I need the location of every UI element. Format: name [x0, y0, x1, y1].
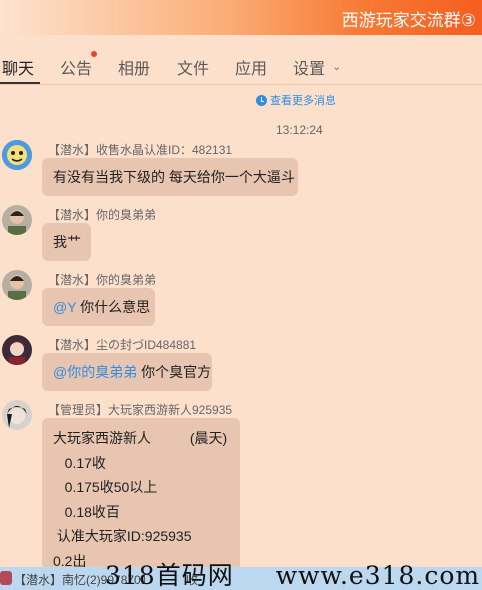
- avatar[interactable]: [2, 140, 32, 170]
- chevron-down-icon[interactable]: ⌄: [332, 60, 341, 73]
- mention-link[interactable]: @Y: [53, 299, 76, 315]
- message-timestamp: 13:12:24: [276, 123, 323, 137]
- message-line: 0.17收: [53, 454, 106, 471]
- tab-chat[interactable]: 聊天: [2, 55, 34, 79]
- message-bubble: 有没有当我下级的 每天给你一个大逼斗: [42, 158, 298, 196]
- title-bar: 西游玩家交流群③: [0, 0, 482, 35]
- message-bubble: @Y 你什么意思: [42, 288, 155, 326]
- message-text: 你个臭官方: [137, 364, 212, 380]
- avatar[interactable]: [2, 270, 32, 300]
- clock-icon: [256, 94, 267, 106]
- active-tab-indicator: [0, 82, 40, 84]
- message-line: 大玩家西游新人 (晨天): [53, 430, 228, 446]
- message-line: 0.18收百: [53, 503, 120, 520]
- tab-settings[interactable]: 设置: [293, 55, 325, 79]
- watermark: 318首码网 www.e318.com: [105, 556, 480, 590]
- sender-name: 【潜水】你的臭弟弟: [48, 208, 157, 222]
- sender-name: 【管理员】大玩家西游新人925935: [48, 403, 233, 417]
- sender-name: 【潜水】尘の封づID484881: [48, 338, 197, 352]
- message-bubble: @你的臭弟弟 你个臭官方: [42, 353, 212, 391]
- tab-files[interactable]: 文件: [177, 55, 209, 79]
- message-line: 0.175收50以上: [53, 479, 158, 495]
- view-more-messages-link[interactable]: 查看更多消息: [256, 92, 336, 108]
- tab-apps[interactable]: 应用: [235, 55, 267, 79]
- tab-album[interactable]: 相册: [118, 55, 150, 79]
- avatar[interactable]: [2, 400, 32, 430]
- message-line: 认准大玩家ID:925935: [53, 528, 192, 544]
- avatar[interactable]: [2, 205, 32, 235]
- tab-announcement[interactable]: 公告: [60, 55, 92, 79]
- avatar[interactable]: [2, 335, 32, 365]
- message-bubble: 大玩家西游新人 (晨天) 0.17收 0.175收50以上 0.18收百 认准大…: [42, 418, 240, 570]
- sender-name: 【潜水】收售水晶认准ID：482131: [48, 143, 233, 157]
- watermark-cn: 318首码网: [105, 561, 234, 590]
- group-title: 西游玩家交流群③: [341, 11, 476, 30]
- message-bubble: 我艹: [42, 223, 91, 261]
- mention-link[interactable]: @你的臭弟弟: [53, 364, 137, 380]
- avatar: [0, 571, 12, 585]
- view-more-label: 查看更多消息: [270, 95, 336, 107]
- message-text: 你什么意思: [76, 299, 151, 315]
- notification-dot: [91, 51, 97, 57]
- sender-name: 【潜水】你的臭弟弟: [48, 273, 157, 287]
- watermark-url: www.e318.com: [275, 561, 481, 590]
